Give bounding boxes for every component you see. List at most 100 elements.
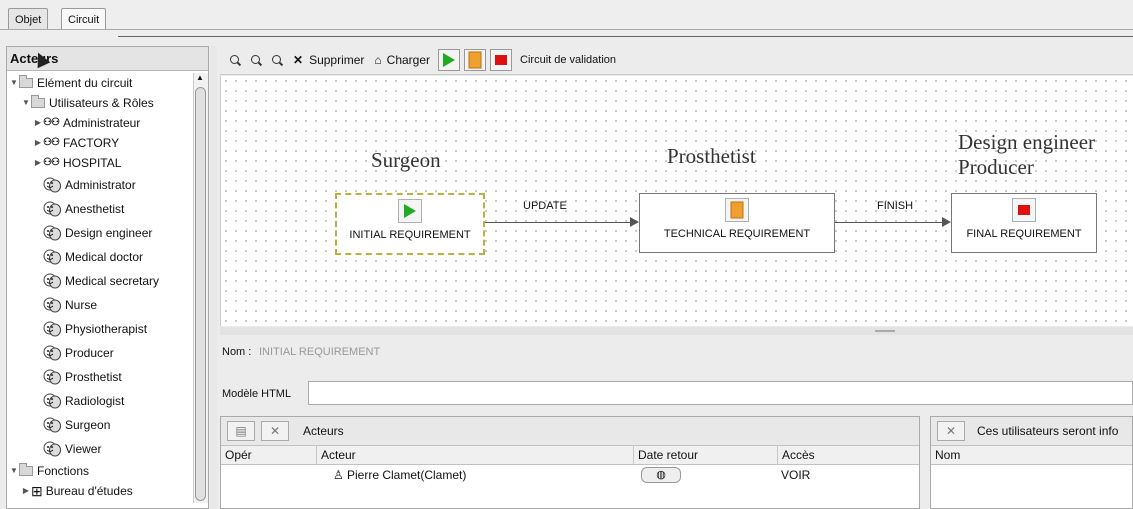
end-node-button[interactable] — [490, 49, 513, 71]
role-mask-icon — [43, 273, 61, 289]
tree-item-label: Anesthetist — [65, 202, 125, 216]
globe-icon: ◍ — [656, 469, 666, 481]
tab-circuit[interactable]: Circuit — [61, 8, 107, 30]
tree-item[interactable]: ▼ Utilisateurs & Rôles — [9, 93, 193, 113]
delete-button[interactable]: ✕ Supprimer — [293, 53, 364, 67]
col-date-retour[interactable]: Date retour — [633, 446, 698, 464]
scroll-up-icon[interactable]: ▲ — [196, 73, 204, 82]
tree-item[interactable]: Radiologist — [9, 389, 193, 413]
folder-icon — [19, 75, 33, 88]
nom-label: Nom : — [222, 346, 252, 358]
tab-bar — [0, 0, 1133, 40]
tree-item-label: Medical doctor — [65, 250, 144, 264]
document-icon — [725, 198, 749, 222]
tab-divider — [0, 29, 1133, 30]
vertical-splitter[interactable] — [211, 46, 217, 509]
tree-item[interactable]: Nurse — [9, 293, 193, 317]
start-node-button[interactable] — [438, 49, 461, 71]
remove-actor-button[interactable]: ✕ — [261, 421, 289, 441]
close-icon: ✕ — [945, 424, 957, 438]
tab-content-border — [118, 36, 1133, 37]
actors-tree-panel: Acteurs ▼ Elément du circuit ▼ Utilisateurs… — [6, 46, 209, 509]
arrow-head-icon — [630, 217, 639, 227]
play-icon — [398, 199, 422, 223]
load-label: Charger — [386, 53, 431, 67]
role-mask-icon — [43, 249, 61, 265]
tree-item[interactable]: ▶ ⚇⚇ HOSPITAL — [9, 153, 193, 173]
tree-item[interactable]: Medical secretary — [9, 269, 193, 293]
expand-down-icon[interactable]: ▼ — [21, 93, 31, 113]
edit-icon: ▤ — [235, 424, 247, 438]
close-icon: ✕ — [269, 424, 281, 438]
node-final-requirement[interactable]: FINAL REQUIREMENT — [951, 193, 1097, 253]
close-icon: ✕ — [293, 53, 304, 67]
tree-item[interactable]: Design engineer — [9, 221, 193, 245]
cell-acces[interactable]: VOIR — [781, 465, 810, 485]
zoom-in-icon[interactable] — [251, 54, 262, 66]
role-mask-icon — [43, 177, 61, 193]
tree-item-label: Administrateur — [62, 116, 141, 130]
expand-down-icon[interactable]: ▼ — [9, 461, 19, 481]
circuit-title: Circuit de validation — [520, 54, 617, 66]
stop-icon — [1012, 198, 1036, 222]
tab-objet[interactable]: Objet — [8, 8, 49, 30]
tree-item-label: Medical secretary — [65, 274, 160, 288]
date-retour-button[interactable]: ◍ — [641, 467, 681, 483]
edge-update[interactable] — [485, 222, 631, 223]
col-acteur[interactable]: Acteur — [316, 446, 356, 464]
col-acces[interactable]: Accès — [777, 446, 815, 464]
tree-item-label: Design engineer — [65, 226, 153, 240]
horizontal-splitter[interactable] — [220, 327, 1133, 335]
html-model-field[interactable] — [308, 381, 1133, 405]
notified-users-header: ✕ Ces utilisateurs seront info — [931, 417, 1132, 446]
remove-user-button[interactable]: ✕ — [937, 421, 965, 441]
tree-item[interactable]: ▶ ⚇⚇ Administrateur — [9, 113, 193, 133]
load-button[interactable]: ⌂ Charger — [374, 53, 430, 67]
tree-item[interactable]: ▼ Fonctions — [9, 461, 193, 481]
role-mask-icon — [43, 201, 61, 217]
actors-table-panel: ▤ ✕ Acteurs Opér Acteur Date retour Accè… — [220, 416, 920, 509]
folder-icon — [19, 463, 33, 476]
actors-table-header: ▤ ✕ Acteurs — [221, 417, 919, 446]
tree-item[interactable]: Prosthetist — [9, 365, 193, 389]
diagram-canvas[interactable]: Surgeon Prosthetist Design engineer Prod… — [220, 76, 1133, 326]
zoom-icon[interactable] — [230, 54, 241, 66]
tree-item[interactable]: Producer — [9, 341, 193, 365]
node-label: INITIAL REQUIREMENT — [349, 229, 471, 241]
zoom-out-icon[interactable] — [272, 54, 283, 66]
html-model-label: Modèle HTML — [222, 388, 292, 400]
edge-finish[interactable] — [835, 222, 943, 223]
edge-label-finish: FINISH — [877, 200, 914, 212]
col-nom[interactable]: Nom — [931, 446, 960, 464]
person-icon: ♙ — [333, 468, 344, 482]
scrollbar-thumb[interactable] — [195, 87, 206, 501]
tree-item[interactable]: Administrator — [9, 173, 193, 197]
tree-item[interactable]: Physiotherapist — [9, 317, 193, 341]
table-row[interactable]: ♙ Pierre Clamet(Clamet) ◍ VOIR — [221, 465, 919, 485]
tree-item[interactable]: ▶ ⊞ Bureau d'études — [9, 481, 193, 501]
expand-right-icon[interactable]: ▶ — [33, 113, 43, 133]
node-technical-requirement[interactable]: TECHNICAL REQUIREMENT — [639, 193, 835, 253]
group-icon: ⚇⚇ — [43, 137, 60, 148]
edge-label-update: UPDATE — [523, 200, 567, 212]
node-initial-requirement[interactable]: INITIAL REQUIREMENT — [335, 193, 485, 255]
task-node-button[interactable] — [464, 49, 487, 71]
col-oper[interactable]: Opér — [221, 446, 252, 464]
tree-item[interactable]: ▼ Elément du circuit — [9, 73, 193, 93]
tree-item[interactable]: Medical doctor — [9, 245, 193, 269]
tree-item-label: Viewer — [65, 442, 102, 456]
expand-right-icon[interactable]: ▶ — [21, 481, 31, 501]
tree-item[interactable]: Anesthetist — [9, 197, 193, 221]
expand-right-icon[interactable]: ▶ — [33, 133, 43, 153]
group-icon: ⚇⚇ — [43, 157, 60, 168]
tree-item[interactable]: Surgeon — [9, 413, 193, 437]
tree-item-label: Elément du circuit — [37, 76, 133, 90]
node-label: TECHNICAL REQUIREMENT — [663, 228, 811, 240]
expand-right-icon[interactable]: ▶ — [33, 153, 43, 173]
tree-item-label: Radiologist — [65, 394, 125, 408]
expand-down-icon[interactable]: ▼ — [9, 73, 19, 93]
tree-scrollbar[interactable]: ▲ — [193, 73, 208, 503]
tree-item[interactable]: ▶ ⚇⚇ FACTORY — [9, 133, 193, 153]
tree-item[interactable]: Viewer — [9, 437, 193, 461]
edit-button[interactable]: ▤ — [227, 421, 255, 441]
